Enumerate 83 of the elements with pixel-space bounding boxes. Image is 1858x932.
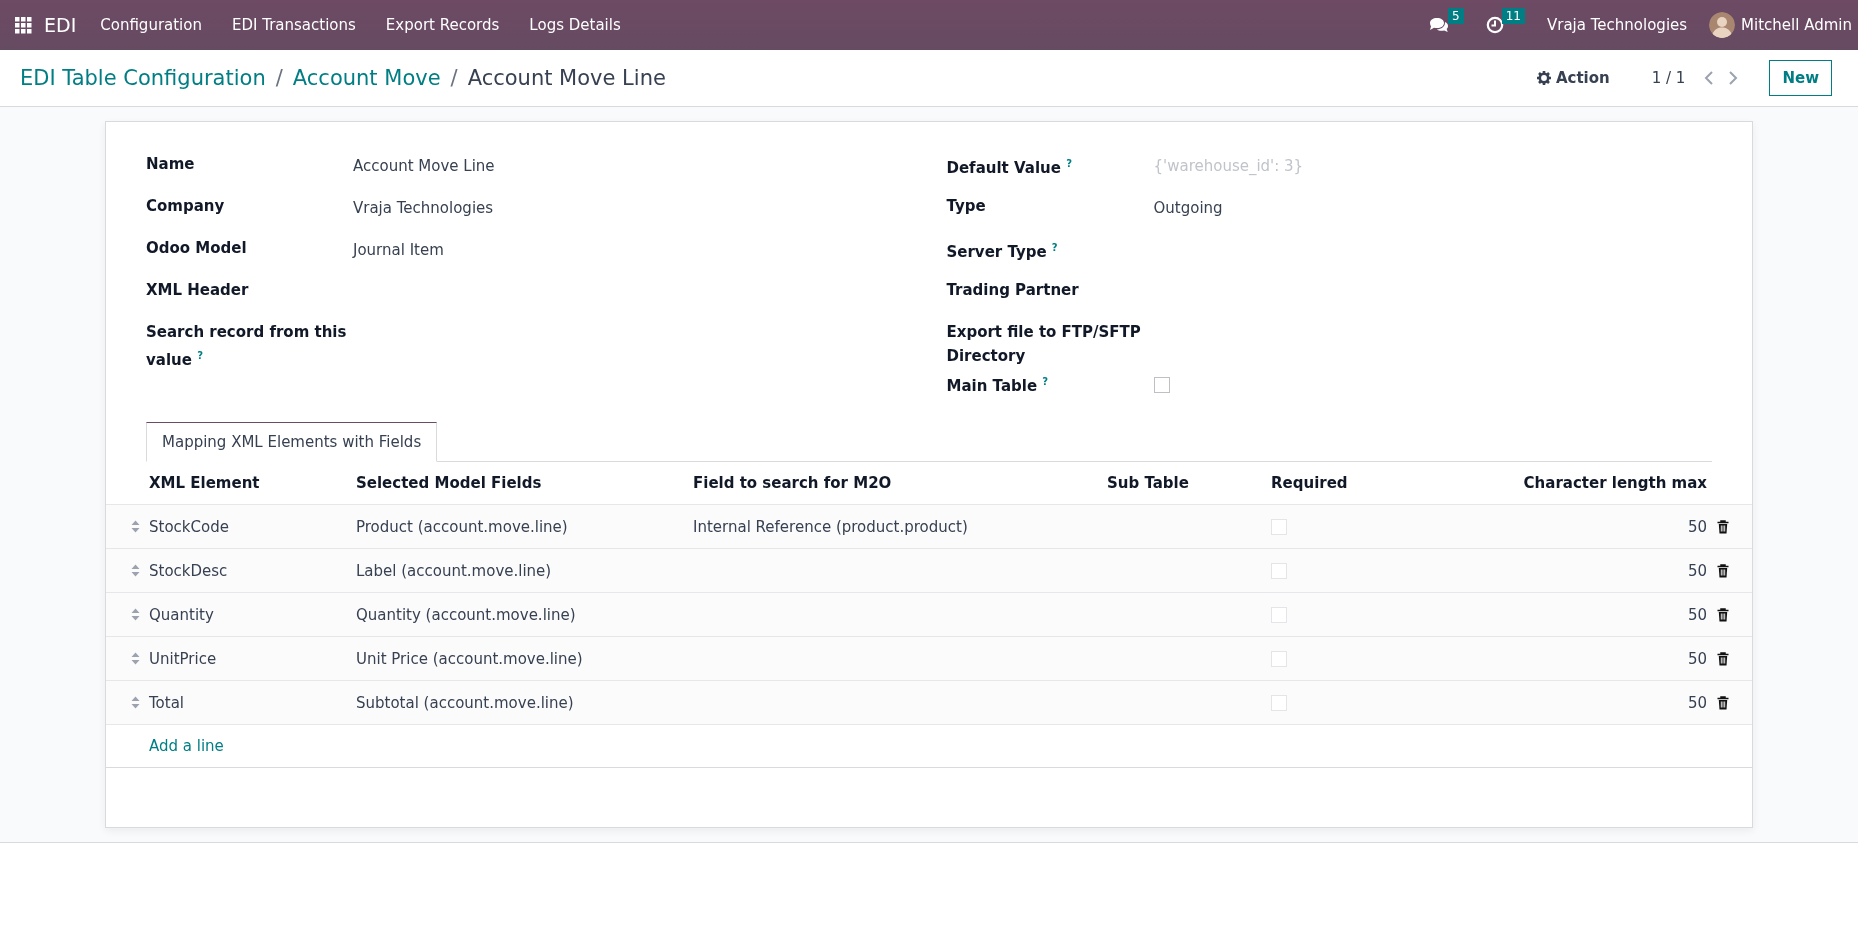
clock-icon[interactable]	[1485, 16, 1504, 34]
breadcrumb-separator: /	[275, 66, 283, 90]
message-count-badge: 5	[1448, 8, 1464, 24]
app-name[interactable]: EDI	[44, 14, 77, 36]
company-name[interactable]: Vraja Technologies	[1547, 16, 1688, 34]
pager-value[interactable]: 1 / 1	[1651, 69, 1686, 87]
field-label: XML Header	[146, 280, 250, 301]
table-cell: Quantity (account.move.line)	[355, 592, 692, 637]
column-header[interactable]: Selected Model Fields	[355, 462, 692, 505]
avatar-icon[interactable]	[1709, 12, 1736, 38]
field-label: Odoo Model	[146, 238, 248, 259]
checkbox[interactable]	[1153, 376, 1170, 393]
menu-item[interactable]: Configuration	[100, 16, 202, 34]
field-label: Export file to FTP/SFTP Directory	[946, 322, 1142, 367]
table-cell: Internal Reference (product.product)	[692, 504, 1106, 549]
table-cell: UnitPrice	[148, 636, 355, 681]
trash-icon[interactable]	[1717, 563, 1729, 578]
trash-icon[interactable]	[1717, 519, 1729, 534]
table-cell: Unit Price (account.move.line)	[355, 636, 692, 681]
tab[interactable]: Mapping XML Elements with Fields	[146, 422, 438, 462]
column-header[interactable]: Required	[1270, 462, 1432, 505]
field-label: Company	[146, 196, 226, 217]
checkbox[interactable]	[1271, 519, 1287, 535]
table-cell: Total	[148, 680, 355, 725]
table-cell: 50	[1432, 548, 1708, 593]
field-label: Name	[146, 154, 196, 175]
user-name[interactable]: Mitchell Admin	[1741, 16, 1852, 34]
table-cell: Subtotal (account.move.line)	[355, 680, 692, 725]
menu-item[interactable]: Export Records	[385, 16, 500, 34]
table-cell: 50	[1432, 680, 1708, 725]
apps-menu-icon[interactable]	[15, 16, 32, 34]
checkbox[interactable]	[1271, 607, 1287, 623]
menu-item[interactable]: Logs Details	[529, 16, 621, 34]
breadcrumb-separator: /	[450, 66, 458, 90]
column-header[interactable]: XML Element	[148, 462, 355, 505]
breadcrumb-link[interactable]: Account Move	[292, 66, 441, 90]
field-label: Trading Partner	[946, 280, 1080, 301]
field-label: Type	[946, 196, 987, 217]
drag-handle-icon[interactable]	[131, 564, 140, 577]
table-cell: StockCode	[148, 504, 355, 549]
table-cell: 50	[1432, 636, 1708, 681]
help-tooltip[interactable]: ?	[197, 350, 203, 361]
field-label: Search record from this value $^{?}$	[146, 322, 348, 371]
field-label: Default Value $^{?}$	[946, 157, 1073, 179]
table-cell: StockDesc	[148, 548, 355, 593]
drag-handle-icon[interactable]	[131, 608, 140, 621]
drag-handle-icon[interactable]	[131, 652, 140, 665]
help-tooltip[interactable]: ?	[1051, 242, 1058, 253]
field-value[interactable]: Account Move Line	[353, 157, 495, 175]
checkbox[interactable]	[1271, 563, 1287, 579]
table-cell: 50	[1432, 592, 1708, 637]
help-tooltip[interactable]: ?	[1042, 376, 1049, 387]
trash-icon[interactable]	[1717, 695, 1729, 710]
field-label: Main Table $^{?}$	[946, 375, 1050, 397]
table-cell: Product (account.move.line)	[355, 504, 692, 549]
field-value[interactable]: Outgoing	[1153, 199, 1223, 217]
menu-item[interactable]: EDI Transactions	[232, 16, 356, 34]
checkbox[interactable]	[1271, 651, 1287, 667]
trash-icon[interactable]	[1717, 651, 1729, 666]
next-icon[interactable]	[1727, 70, 1740, 86]
field-value[interactable]: Journal Item	[353, 241, 444, 259]
field-value[interactable]: Vraja Technologies	[353, 199, 494, 217]
help-tooltip[interactable]: ?	[1066, 158, 1072, 169]
new-button[interactable]: New	[1769, 60, 1832, 96]
column-header[interactable]: Sub Table	[1106, 462, 1270, 505]
drag-handle-icon[interactable]	[131, 696, 140, 709]
field-label: Server Type $^{?}$	[946, 241, 1059, 263]
breadcrumb-link[interactable]: EDI Table Configuration	[20, 66, 266, 90]
previous-icon[interactable]	[1703, 70, 1716, 86]
chat-icon[interactable]	[1428, 16, 1451, 34]
page-title: Account Move Line	[467, 66, 666, 90]
gear-icon[interactable]	[1536, 71, 1551, 85]
drag-handle-icon[interactable]	[131, 520, 140, 533]
column-header[interactable]: Character length max	[1432, 462, 1708, 505]
add-line-link[interactable]: Add a line	[149, 737, 224, 755]
checkbox[interactable]	[1271, 695, 1287, 711]
table-cell: Quantity	[148, 592, 355, 637]
column-header[interactable]: Field to search for M2O	[692, 462, 1106, 505]
action-button[interactable]: Action	[1530, 63, 1616, 93]
table-cell: Label (account.move.line)	[355, 548, 692, 593]
activity-count-badge: 11	[1501, 8, 1525, 24]
trash-icon[interactable]	[1717, 607, 1729, 622]
table-cell: 50	[1432, 504, 1708, 549]
